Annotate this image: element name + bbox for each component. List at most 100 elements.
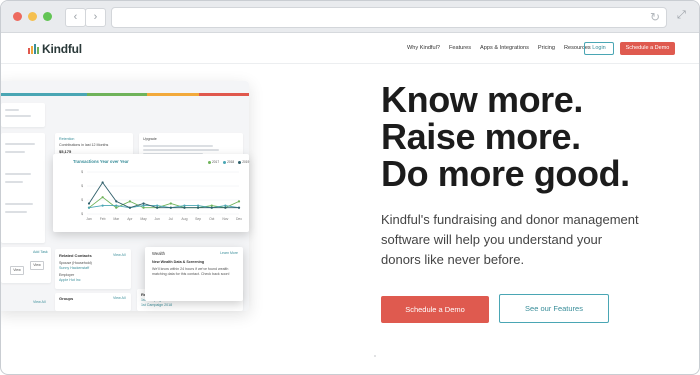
data-point-2017 [101,196,104,199]
close-window-icon[interactable] [13,12,22,21]
data-point-2019 [237,206,241,209]
data-point-2019 [128,206,132,209]
main-nav: Why Kindful? Features Apps & Integration… [407,45,600,51]
forward-button[interactable]: › [85,8,106,27]
related-item: Sunny Hackenstaff [59,266,90,270]
y-tick-label: $ [81,198,83,202]
x-tick-label: Jan [86,217,92,221]
profile-card [1,103,45,127]
data-point-2017 [237,200,241,203]
x-tick-label: Aug [181,217,187,221]
add-task-link: Add Task [33,250,48,254]
data-point-2018 [142,204,145,207]
hero-subtext: Kindful's fundraising and donor manageme… [381,212,639,267]
groups-label: Groups [59,296,74,301]
site-header: Kindful Why Kindful? Features Apps & Int… [1,33,699,64]
data-point-2018 [183,204,186,207]
tasks-view-all: View All [33,300,46,304]
x-tick-label: Feb [100,217,106,221]
back-button[interactable]: ‹ [65,8,86,27]
browser-toolbar: ‹ › ↻ ⤢ [1,1,699,33]
retention-sub: Contributions in last 12 Months [59,143,109,147]
data-point-2019 [169,206,172,209]
transactions-line-chart: $$$$Jan Feb Mar Apr May Jun Jul Aug Sep Oct Nov Dec [81,170,242,221]
wealth-body: We'll know within 24 hours if we've foun… [152,267,230,276]
fullscreen-icon[interactable]: ⤢ [677,9,686,22]
x-tick-label: Oct [209,217,214,221]
logo-bars-icon [28,44,39,54]
chevron-right-icon: › [93,11,98,23]
minimize-window-icon[interactable] [28,12,37,21]
x-tick-label: Jun [154,217,160,221]
related-contacts-card: Related Contacts View All Spouse (Househ… [55,249,131,289]
x-tick-label: Dec [236,217,242,221]
upgrade-label: Upgrade [143,137,157,141]
data-point-2019 [196,206,200,209]
browser-window: ‹ › ↻ ⤢ Kindful Why Kindful? Features Ap… [0,0,700,375]
y-tick-label: $ [81,184,83,188]
data-point-2019 [142,202,145,205]
address-bar[interactable]: ↻ [111,7,667,28]
data-point-2019 [183,206,186,209]
dashboard-color-stripe [1,93,249,96]
data-point-2018 [87,206,91,209]
report-item: 1st Campaign 2018 [141,303,173,307]
brand-name: Kindful [42,42,82,56]
data-point-2017 [128,200,132,203]
retention-label: Retention [59,137,75,141]
related-item: Employer [59,273,75,277]
wealth-heading: New Wealth Data & Screening [152,260,205,264]
headline-line: Know more. [381,79,584,120]
data-point-2019 [87,202,91,205]
data-point-2018 [101,204,104,207]
groups-view-all: View All [113,296,126,300]
data-point-2018 [115,204,118,207]
kindful-logo[interactable]: Kindful [28,42,82,56]
headline-line: Raise more. [381,116,581,157]
series-line-2017 [88,196,240,209]
header-schedule-demo-button[interactable]: Schedule a Demo [620,42,675,55]
transactions-chart-card: Transactions Year over Year 2017 2018 20… [53,154,249,232]
nav-features[interactable]: Features [449,45,471,51]
see-features-button[interactable]: See our Features [499,294,609,323]
nav-apps-integrations[interactable]: Apps & Integrations [480,45,529,51]
data-point-2017 [210,204,213,207]
maximize-window-icon[interactable] [43,12,52,21]
hero-headline: Know more. Raise more. Do more good. [381,81,681,192]
related-item: Spouse (Household) [59,261,92,265]
data-point-2017 [115,206,118,209]
related-view-all: View All [113,253,126,257]
chevron-left-icon: ‹ [73,11,78,23]
login-button[interactable]: Login [584,42,614,55]
schedule-demo-button[interactable]: Schedule a Demo [381,296,489,323]
x-tick-label: Sep [195,217,201,221]
wealth-card: Wealth Learn More New Wealth Data & Scre… [145,247,243,301]
scroll-indicator [374,355,376,357]
x-tick-label: May [140,217,147,221]
learn-more-link: Learn More [220,251,238,255]
x-tick-label: Apr [127,217,133,221]
data-point-2018 [196,204,200,207]
data-point-2017 [169,202,172,205]
data-point-2019 [156,206,159,209]
data-point-2017 [142,206,145,209]
reload-icon[interactable]: ↻ [650,10,660,24]
data-point-2018 [156,204,159,207]
details-card [1,133,45,243]
y-tick-label: $ [81,170,83,174]
data-point-2018 [224,204,227,207]
y-tick-label: $ [81,212,83,216]
tasks-card: Add Task View View [1,247,51,283]
x-tick-label: Jul [169,217,174,221]
x-tick-label: Nov [222,217,228,221]
data-point-2019 [224,206,227,209]
related-item: Apple Hut Inc [59,278,81,282]
view-button-2: View [30,261,44,270]
related-contacts-label: Related Contacts [59,253,92,258]
data-point-2019 [101,181,104,184]
nav-why-kindful[interactable]: Why Kindful? [407,45,440,51]
data-point-2019 [210,206,213,209]
headline-line: Do more good. [381,153,630,194]
nav-pricing[interactable]: Pricing [538,45,555,51]
groups-card: Groups View All [55,293,131,311]
